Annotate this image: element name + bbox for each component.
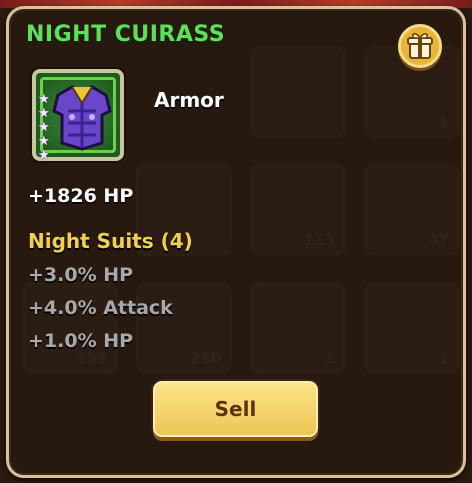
star-icon: ★	[38, 148, 50, 163]
set-bonus: +4.0% Attack	[28, 297, 173, 319]
night-cuirass-armor-icon	[52, 85, 112, 151]
set-bonus: +3.0% HP	[28, 264, 134, 286]
set-name: Night Suits (4)	[28, 229, 193, 253]
set-bonus: +1.0% HP	[28, 330, 134, 352]
gift-icon	[407, 33, 433, 59]
star-icon: ★	[38, 106, 50, 121]
main-stat: +1826 HP	[28, 185, 134, 207]
star-rating: ★ ★ ★ ★ ★	[38, 93, 54, 163]
star-icon: ★	[38, 134, 50, 149]
item-icon-frame[interactable]: ★ ★ ★ ★ ★	[32, 69, 124, 163]
star-icon: ★	[38, 120, 50, 135]
gift-button[interactable]	[398, 24, 442, 68]
item-type-label: Armor	[154, 88, 224, 112]
item-name-title: NIGHT CUIRASS	[26, 22, 226, 47]
star-icon: ★	[38, 92, 50, 107]
sell-button[interactable]: Sell	[153, 381, 318, 437]
